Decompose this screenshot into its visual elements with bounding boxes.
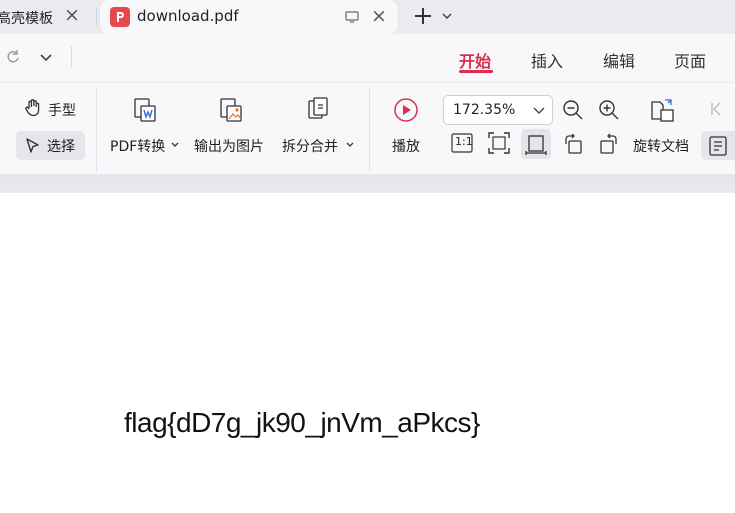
select-tool-button[interactable]: 选择 (16, 131, 85, 160)
zoom-in-icon[interactable] (598, 99, 620, 121)
toolbar-separator (0, 174, 735, 193)
plus-icon[interactable] (412, 5, 434, 27)
document-text: flag{dD7g_jk90_jnVm_aPkcs} (124, 407, 480, 438)
divider (71, 46, 72, 68)
tab-previous-label: 高壳模板 (0, 11, 53, 27)
zoom-value: 172.35% (453, 102, 516, 118)
tab-active[interactable]: download.pdf × (100, 0, 398, 34)
close-icon[interactable]: × (63, 4, 81, 26)
page-view-button[interactable] (701, 131, 735, 160)
cursor-icon (26, 138, 39, 153)
pdf-file-icon (110, 7, 130, 27)
chevron-down-icon (171, 142, 179, 147)
chevron-down-icon (346, 142, 354, 147)
rotate-document-icon (651, 99, 674, 122)
ribbon-header: 开始 插入 编辑 页面 (0, 34, 735, 82)
split-merge-label: 拆分合并 (282, 139, 338, 155)
page-view-icon (709, 136, 727, 156)
select-tool-label: 选择 (47, 139, 75, 155)
chevron-down-icon[interactable] (39, 52, 53, 64)
export-image-icon (220, 98, 242, 122)
rotate-right-icon[interactable] (598, 133, 620, 155)
pdf-convert-label: PDF转换 (110, 139, 166, 155)
tab-active-label: download.pdf (137, 7, 239, 25)
zoom-out-icon[interactable] (562, 99, 584, 121)
play-icon (394, 98, 418, 122)
export-image-label: 输出为图片 (194, 139, 264, 155)
chevron-down-icon[interactable] (440, 9, 454, 23)
tab-bar: 高壳模板 × download.pdf × (0, 0, 735, 34)
pdf-to-word-icon (134, 98, 156, 122)
tab-previous[interactable]: 高壳模板 × (0, 0, 97, 34)
rotate-document-label: 旋转文档 (633, 139, 689, 155)
ribbon-toolbar: 手型 选择 PDF转换 输出为图片 拆分合并 播放 172.35% 1:1 旋转… (0, 82, 735, 174)
redo-icon[interactable] (6, 49, 22, 65)
play-label: 播放 (392, 139, 420, 155)
actual-size-label: 1:1 (455, 135, 473, 148)
close-icon[interactable]: × (370, 5, 388, 27)
document-page: flag{dD7g_jk90_jnVm_aPkcs} (0, 193, 735, 513)
tab-edit[interactable]: 编辑 (603, 48, 635, 72)
tab-page[interactable]: 页面 (674, 48, 706, 72)
tab-home[interactable]: 开始 (459, 48, 491, 72)
monitor-icon[interactable] (344, 9, 360, 25)
fit-width-icon (525, 135, 547, 155)
chevron-down-icon (533, 107, 545, 114)
rotate-left-icon[interactable] (562, 133, 584, 155)
active-tab-indicator (459, 70, 493, 73)
fit-page-icon[interactable] (488, 132, 510, 154)
split-merge-icon (308, 97, 328, 119)
fit-width-button[interactable] (521, 129, 551, 159)
tab-insert[interactable]: 插入 (531, 48, 563, 72)
divider (369, 89, 370, 171)
first-page-icon[interactable] (709, 101, 723, 117)
hand-tool-label: 手型 (48, 103, 76, 119)
zoom-select[interactable]: 172.35% (443, 95, 553, 125)
hand-icon (25, 99, 40, 117)
divider (96, 89, 97, 171)
tab-divider (96, 9, 97, 25)
